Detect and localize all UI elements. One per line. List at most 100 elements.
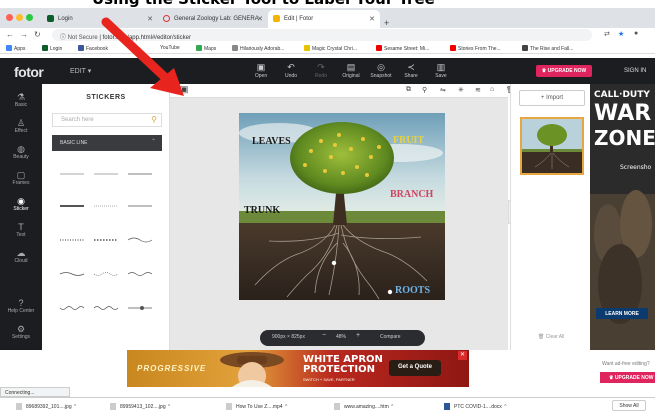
snapshot-button[interactable]: ◎ Snapshot	[366, 62, 396, 79]
tree-image[interactable]: LEAVES FRUIT BRANCH TRUNK ROOTS	[239, 113, 445, 300]
edit-menu[interactable]: EDIT ▾	[70, 67, 91, 75]
clear-all-button[interactable]: 🗑 Clear All	[538, 334, 564, 340]
close-tab-icon[interactable]: ✕	[369, 15, 375, 23]
compare-button[interactable]: Compare	[380, 334, 401, 340]
rail-item-effect[interactable]: ♙ Effect	[0, 118, 42, 134]
redo-button[interactable]: ↷ Redo	[306, 62, 336, 79]
reload-icon[interactable]: ↻	[34, 30, 41, 39]
duplicate-icon[interactable]: ⧉	[406, 86, 411, 94]
zoom-out-button[interactable]: −	[322, 332, 326, 339]
progressive-ad-banner[interactable]: PROGRESSIVE WHITE APRON PROTECTION SWITC…	[127, 350, 469, 387]
crown	[290, 122, 394, 194]
bookmark-apps[interactable]: Apps	[6, 45, 25, 52]
line-sticker	[93, 306, 119, 310]
download-filename: 89959413_102....jpg	[120, 404, 166, 410]
bookmark-magic-crystal[interactable]: Magic Crystal Chri...	[304, 45, 357, 52]
label-roots[interactable]: ROOTS	[395, 285, 430, 296]
image-thumbnail[interactable]	[520, 117, 584, 175]
tab-fotor[interactable]: Edit | Fotor ✕	[268, 10, 380, 28]
lock-icon[interactable]: ⌂	[490, 86, 494, 93]
adjust-icon[interactable]: ✳	[458, 86, 464, 94]
sticker-search-input[interactable]: Search here ⚲	[52, 113, 162, 127]
open-button[interactable]: ▣ Open	[246, 62, 276, 79]
layers-icon[interactable]: ≋	[475, 86, 481, 94]
chevron-up-icon[interactable]: ⌃	[73, 404, 77, 410]
bookmark-sesame[interactable]: Sesame Street: Mi...	[376, 45, 429, 52]
help-icon: ?	[18, 298, 24, 308]
caption-banner: Using the Sticker Tool to Label Your Tre…	[0, 0, 655, 8]
label-branch[interactable]: BRANCH	[390, 189, 433, 200]
download-item[interactable]: PTC COVID-1....docx ⌃	[444, 403, 507, 410]
translate-icon[interactable]: ⇄	[604, 30, 610, 38]
file-icon	[110, 403, 116, 410]
category-basic-line[interactable]: BASIC LINE ⌃	[52, 135, 162, 151]
download-item[interactable]: 89689392_101....jpg ⌃	[16, 403, 77, 410]
minimize-window-icon[interactable]	[16, 14, 23, 21]
maximize-window-icon[interactable]	[26, 14, 33, 21]
bookmark-star-icon[interactable]: ★	[618, 30, 624, 38]
search-icon[interactable]: ⚲	[151, 115, 157, 124]
learn-more-button[interactable]: LEARN MORE	[596, 308, 648, 319]
save-button[interactable]: ▥ Save	[426, 62, 456, 79]
download-item[interactable]: How To Use Z....mp4 ⌃	[226, 403, 288, 410]
tool-label: Share	[404, 73, 418, 79]
upgrade-now-button[interactable]: ♛ UPGRADE NOW	[536, 65, 592, 77]
chevron-up-icon[interactable]: ⌃	[167, 404, 171, 410]
upgrade-now-ad-free-button[interactable]: ♛ UPGRADE NOW	[600, 372, 655, 383]
canvas-size: 900px × 825px	[272, 334, 305, 340]
download-item[interactable]: www.amazing....htm ⌃	[334, 403, 394, 410]
undo-icon: ↶	[287, 62, 295, 72]
rail-item-text[interactable]: T Text	[0, 222, 42, 238]
show-all-button[interactable]: Show All	[612, 400, 646, 411]
zoom-icon[interactable]: ⚲	[422, 86, 427, 94]
bookmark-rise-fall[interactable]: The Rise and Fall...	[522, 45, 573, 52]
sign-in-link[interactable]: SIGN IN	[624, 68, 646, 74]
back-icon[interactable]: ←	[6, 30, 14, 39]
close-ad-icon[interactable]: ✕	[458, 351, 467, 360]
rail-item-basic[interactable]: ⚗ Basic	[0, 92, 42, 108]
tool-label: Original	[342, 73, 360, 79]
bookmark-hilariously[interactable]: Hilariously Adorab...	[232, 45, 284, 52]
share-button[interactable]: ≺ Share	[396, 62, 426, 79]
label-fruit[interactable]: FRUIT	[393, 135, 424, 146]
bookmark-label: The Rise and Fall...	[530, 46, 574, 52]
undo-button[interactable]: ↶ Undo	[276, 62, 306, 79]
info-icon[interactable]: ⓘ	[60, 35, 68, 41]
close-tab-icon[interactable]: ✕	[257, 15, 263, 23]
close-window-icon[interactable]	[6, 14, 13, 21]
apps-grid-icon	[6, 45, 12, 51]
rail-item-help-center[interactable]: ? Help Center	[0, 298, 42, 314]
rail-label: Cloud	[14, 258, 28, 264]
youtube-icon	[376, 45, 382, 51]
profile-icon[interactable]: ●	[634, 30, 638, 37]
bookmark-stories[interactable]: Stories From The...	[450, 45, 501, 52]
label-trunk[interactable]: TRUNK	[244, 205, 280, 216]
chevron-up-icon[interactable]: ⌃	[390, 404, 394, 410]
bookmark-label: Stories From The...	[458, 46, 501, 52]
forward-icon[interactable]: →	[20, 30, 28, 39]
rail-item-cloud[interactable]: ☁ Cloud	[0, 248, 42, 264]
bookmark-login[interactable]: Login	[42, 45, 62, 52]
word-file-icon	[444, 403, 450, 410]
download-item[interactable]: 89959413_102....jpg ⌃	[110, 403, 171, 410]
chevron-up-icon[interactable]: ⌃	[503, 404, 507, 410]
chevron-up-icon[interactable]: ⌃	[284, 404, 288, 410]
rail-item-sticker[interactable]: ◉ Sticker	[0, 196, 42, 212]
import-button[interactable]: + Import	[519, 90, 585, 106]
flip-icon[interactable]: ⇋	[440, 86, 446, 94]
label-leaves[interactable]: LEAVES	[252, 136, 291, 147]
ad-title-line2: WAR	[594, 101, 652, 126]
side-advertisement[interactable]: CALL·DUTY WAR ZONE Screensho LEARN MORE	[590, 84, 655, 350]
basic-icon: ⚗	[16, 92, 26, 102]
rail-item-frames[interactable]: ▢ Frames	[0, 170, 42, 186]
rail-label: Effect	[14, 128, 28, 134]
file-icon	[226, 403, 232, 410]
rail-item-settings[interactable]: ⚙ Settings	[0, 324, 42, 340]
zoom-in-button[interactable]: +	[356, 332, 360, 339]
bookmark-maps[interactable]: Maps	[196, 45, 216, 52]
new-tab-icon[interactable]: +	[384, 18, 389, 28]
rail-item-beauty[interactable]: ◍ Beauty	[0, 144, 42, 160]
get-quote-button[interactable]: Get a Quote	[389, 360, 441, 376]
original-button[interactable]: ▤ Original	[336, 62, 366, 79]
fotor-logo[interactable]: fotor	[14, 64, 44, 80]
